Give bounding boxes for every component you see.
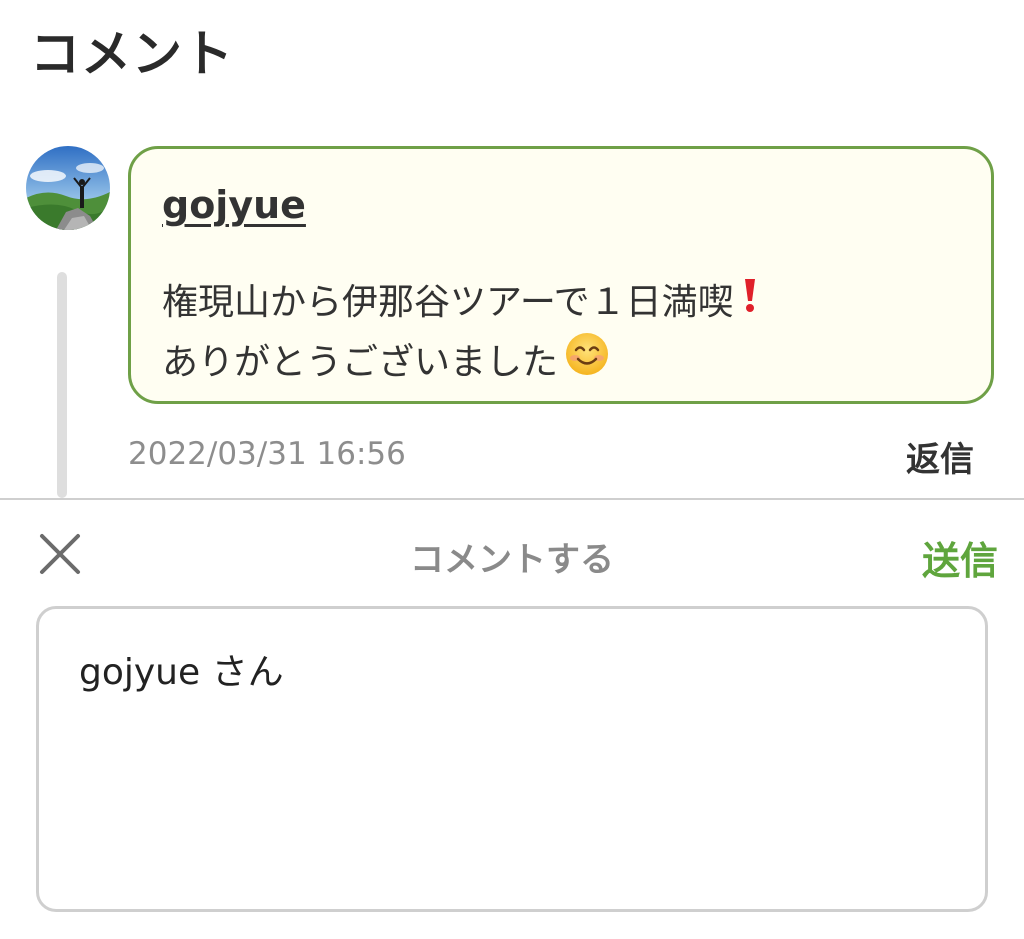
comment-text-line-1: 権現山から伊那谷ツアーで１日満喫: [162, 273, 758, 325]
username-link[interactable]: gojyue: [162, 183, 306, 227]
reply-button[interactable]: 返信: [906, 432, 974, 481]
composer-title: コメントする: [410, 540, 614, 580]
comment-text-line-2: ありがとうございました: [162, 331, 610, 386]
exclamation-mark-icon: [742, 277, 758, 322]
comment-input[interactable]: gojyue さん: [36, 606, 988, 912]
section-title: コメント: [30, 25, 234, 83]
send-button[interactable]: 送信: [922, 530, 998, 585]
comment-bubble: gojyue 権現山から伊那谷ツアーで１日満喫 ありがとうございました: [128, 146, 994, 404]
thread-line: [57, 272, 67, 498]
avatar-image: [26, 146, 110, 230]
comment-timestamp: 2022/03/31 16:56: [128, 436, 406, 472]
comment-text: 権現山から伊那谷ツアーで１日満喫: [162, 282, 734, 323]
avatar[interactable]: [26, 146, 110, 230]
comment-composer: コメントする 送信 gojyue さん: [0, 498, 1024, 939]
smiling-face-icon: [564, 331, 610, 386]
comment-text: ありがとうございました: [162, 341, 559, 383]
